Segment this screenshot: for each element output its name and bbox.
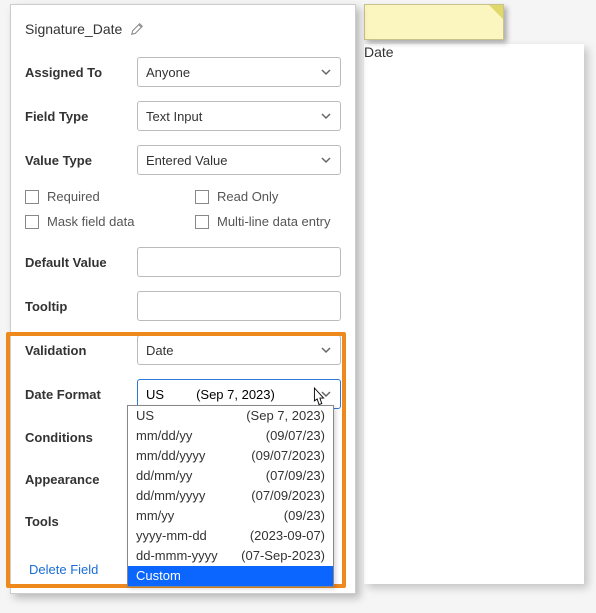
option-sample: (07/09/2023) xyxy=(251,487,325,505)
option-name: mm/dd/yyyy xyxy=(136,447,205,465)
date-format-option[interactable]: dd/mm/yy (07/09/23) xyxy=(128,466,333,486)
field-title: Signature_Date xyxy=(25,21,122,37)
date-format-option[interactable]: yyyy-mm-dd (2023-09-07) xyxy=(128,526,333,546)
appearance-label: Appearance xyxy=(25,472,137,487)
date-format-option[interactable]: mm/dd/yyyy (09/07/2023) xyxy=(128,446,333,466)
date-format-option[interactable]: dd-mmm-yyyy (07-Sep-2023) xyxy=(128,546,333,566)
option-name: mm/yy xyxy=(136,507,174,525)
date-format-dropdown[interactable]: US(Sep 7, 2023)mm/dd/yy(09/07/23)mm/dd/y… xyxy=(127,405,334,587)
validation-select[interactable]: Date xyxy=(137,335,341,365)
field-type-value: Text Input xyxy=(146,109,202,124)
value-type-label: Value Type xyxy=(25,153,137,168)
date-format-label: Date Format xyxy=(25,387,137,402)
option-name: dd/mm/yy xyxy=(136,467,192,485)
option-name: US xyxy=(136,407,154,425)
date-format-option[interactable]: US(Sep 7, 2023) xyxy=(128,406,333,426)
chevron-down-icon xyxy=(320,66,332,78)
option-sample: (07-Sep-2023) xyxy=(241,547,325,565)
mask-label: Mask field data xyxy=(47,214,134,229)
delete-field-link[interactable]: Delete Field xyxy=(29,562,98,577)
required-checkbox[interactable] xyxy=(25,190,39,204)
cursor-pointer-icon xyxy=(308,386,330,412)
option-sample: (09/07/23) xyxy=(266,427,325,445)
tooltip-label: Tooltip xyxy=(25,299,137,314)
chevron-down-icon xyxy=(320,154,332,166)
edit-name-icon[interactable] xyxy=(130,22,144,36)
option-sample: (09/23) xyxy=(284,507,325,525)
value-type-value: Entered Value xyxy=(146,153,227,168)
field-type-select[interactable]: Text Input xyxy=(137,101,341,131)
option-sample: (07/09/23) xyxy=(266,467,325,485)
fold-corner-icon xyxy=(489,5,503,19)
date-format-option[interactable]: mm/dd/yy (09/07/23) xyxy=(128,426,333,446)
option-name: yyyy-mm-dd xyxy=(136,527,207,545)
multiline-label: Multi-line data entry xyxy=(217,214,330,229)
date-format-name: US xyxy=(146,387,164,402)
assigned-to-label: Assigned To xyxy=(25,65,137,80)
field-type-label: Field Type xyxy=(25,109,137,124)
option-name: dd-mmm-yyyy xyxy=(136,547,218,565)
mask-checkbox[interactable] xyxy=(25,215,39,229)
tools-label: Tools xyxy=(25,514,137,529)
field-preview[interactable] xyxy=(364,4,504,40)
chevron-down-icon xyxy=(320,110,332,122)
multiline-checkbox[interactable] xyxy=(195,215,209,229)
date-format-option[interactable]: dd/mm/yyyy (07/09/2023) xyxy=(128,486,333,506)
tooltip-input[interactable] xyxy=(137,291,341,321)
date-format-sample: (Sep 7, 2023) xyxy=(196,387,275,402)
value-type-select[interactable]: Entered Value xyxy=(137,145,341,175)
option-sample: (2023-09-07) xyxy=(250,527,325,545)
preview-label: Date xyxy=(364,44,394,60)
option-name: dd/mm/yyyy xyxy=(136,487,205,505)
default-value-input[interactable] xyxy=(137,247,341,277)
readonly-checkbox[interactable] xyxy=(195,190,209,204)
assigned-to-select[interactable]: Anyone xyxy=(137,57,341,87)
date-format-option[interactable]: mm/yy (09/23) xyxy=(128,506,333,526)
option-name: mm/dd/yy xyxy=(136,427,192,445)
option-sample: (09/07/2023) xyxy=(251,447,325,465)
chevron-down-icon xyxy=(320,344,332,356)
default-value-label: Default Value xyxy=(25,255,137,270)
validation-value: Date xyxy=(146,343,173,358)
validation-label: Validation xyxy=(25,343,137,358)
date-format-option[interactable]: Custom xyxy=(128,566,333,586)
readonly-label: Read Only xyxy=(217,189,278,204)
conditions-label: Conditions xyxy=(25,430,137,445)
required-label: Required xyxy=(47,189,100,204)
option-name: Custom xyxy=(136,567,181,585)
page-shadow xyxy=(364,44,584,584)
assigned-to-value: Anyone xyxy=(146,65,190,80)
